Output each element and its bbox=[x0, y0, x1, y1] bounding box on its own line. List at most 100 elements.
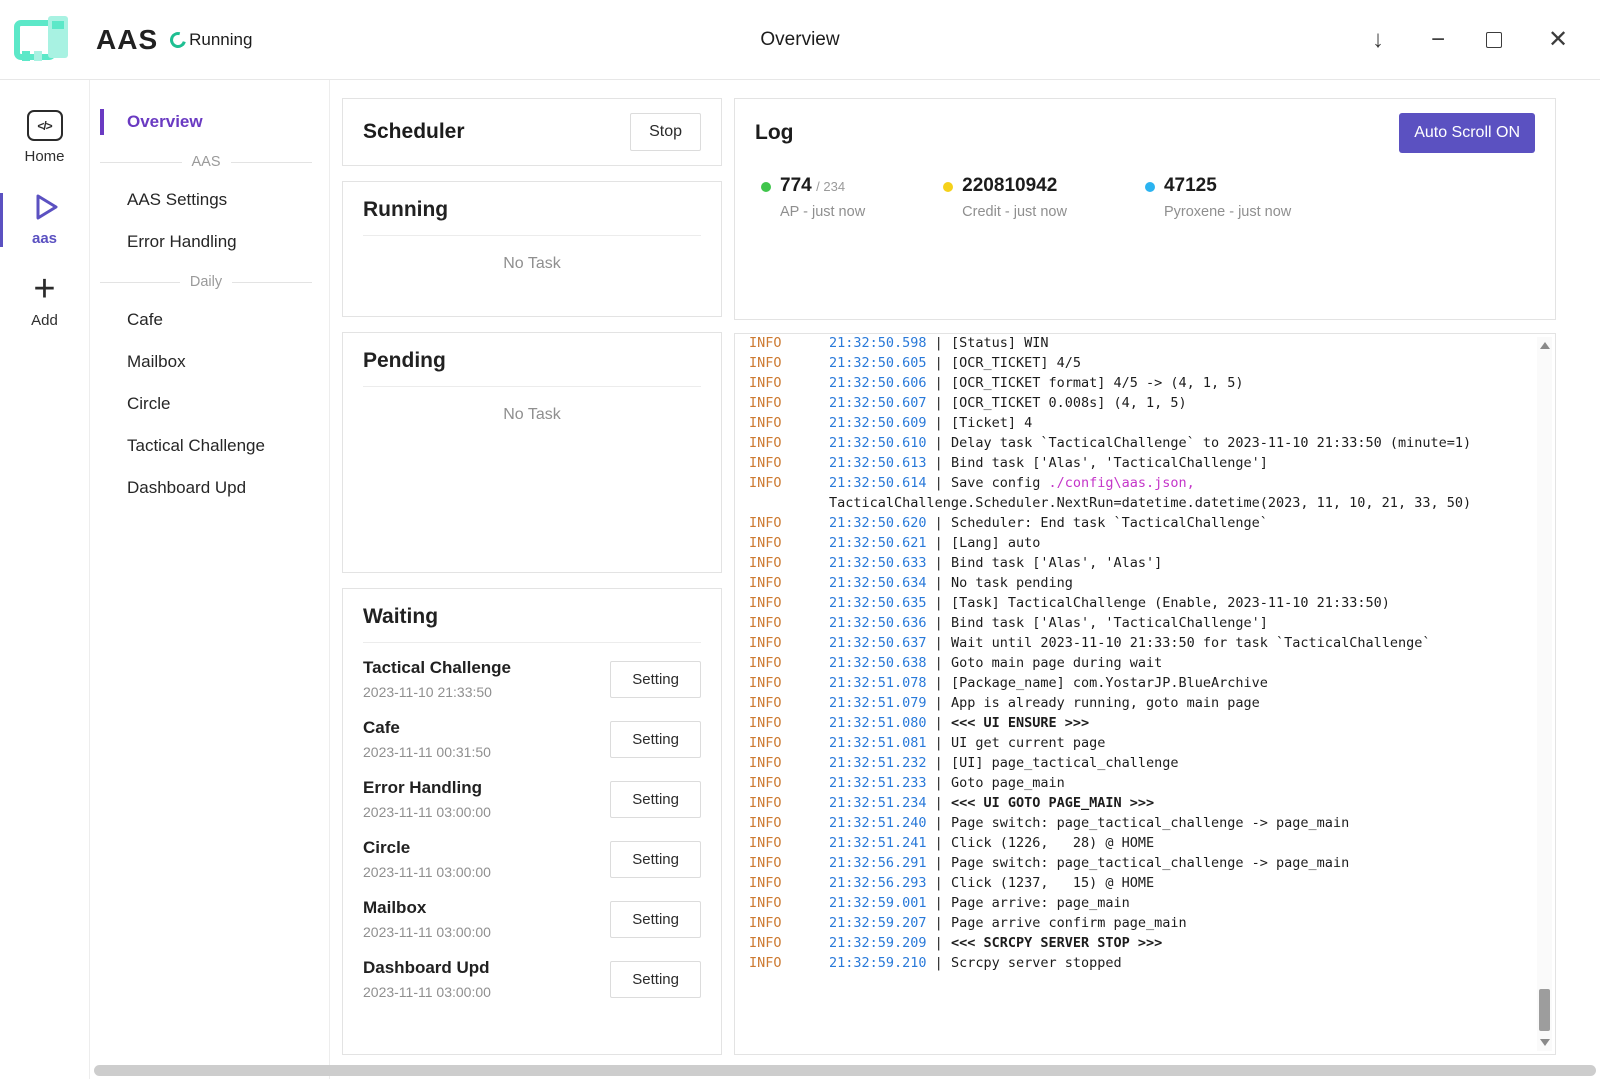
pending-empty-label: No Task bbox=[343, 387, 721, 443]
running-title: Running bbox=[363, 182, 701, 236]
log-line: INFO 21:32:51.081 | UI get current page bbox=[749, 733, 1521, 753]
stop-button[interactable]: Stop bbox=[630, 113, 701, 151]
code-window-icon: </> bbox=[27, 110, 63, 141]
pending-title: Pending bbox=[363, 333, 701, 387]
log-scrollbar[interactable] bbox=[1537, 337, 1552, 1051]
status-indicator: Running bbox=[170, 30, 252, 50]
log-line: INFO 21:32:51.078 | [Package_name] com.Y… bbox=[749, 673, 1521, 693]
scheduler-card: Scheduler Stop bbox=[342, 98, 722, 166]
log-line: INFO 21:32:56.293 | Click (1237, 15) @ H… bbox=[749, 873, 1521, 893]
waiting-task-row: Error Handling 2023-11-11 03:00:00 Setti… bbox=[363, 769, 701, 829]
scroll-up-icon[interactable] bbox=[1540, 342, 1550, 349]
log-line: INFO 21:32:51.240 | Page switch: page_ta… bbox=[749, 813, 1521, 833]
waiting-task-time: 2023-11-11 03:00:00 bbox=[363, 804, 610, 820]
log-line: INFO 21:32:59.001 | Page arrive: page_ma… bbox=[749, 893, 1521, 913]
log-header-card: Log Auto Scroll ON 774 / 234 AP - just n… bbox=[734, 98, 1556, 320]
rail-item-aas[interactable]: aas bbox=[0, 179, 89, 261]
waiting-task-row: Cafe 2023-11-11 00:31:50 Setting bbox=[363, 709, 701, 769]
close-icon[interactable]: ✕ bbox=[1546, 28, 1570, 52]
content-area: Scheduler Stop Running No Task Pending N… bbox=[330, 80, 1600, 1079]
titlebar: AAS Running Overview ↓ − ✕ bbox=[0, 0, 1600, 80]
log-output-card: INFO 21:32:50.598 | [Status] WIN INFO 21… bbox=[734, 333, 1556, 1055]
setting-button[interactable]: Setting bbox=[610, 961, 701, 998]
sidebar-section-divider: Daily bbox=[90, 264, 329, 300]
sidebar-item-circle[interactable]: Circle bbox=[90, 384, 329, 424]
setting-button[interactable]: Setting bbox=[610, 721, 701, 758]
rail-item-home[interactable]: </> Home bbox=[0, 98, 89, 179]
waiting-task-row: Tactical Challenge 2023-11-10 21:33:50 S… bbox=[363, 649, 701, 709]
waiting-title: Waiting bbox=[363, 589, 701, 643]
waiting-task-row: Mailbox 2023-11-11 03:00:00 Setting bbox=[363, 889, 701, 949]
stat-dot-icon bbox=[1145, 182, 1155, 192]
sidebar-item-tactical-challenge[interactable]: Tactical Challenge bbox=[90, 426, 329, 466]
log-line: INFO 21:32:50.609 | [Ticket] 4 bbox=[749, 413, 1521, 433]
waiting-task-name: Tactical Challenge bbox=[363, 658, 610, 678]
waiting-task-time: 2023-11-11 00:31:50 bbox=[363, 744, 610, 760]
sidebar-item-cafe[interactable]: Cafe bbox=[90, 300, 329, 340]
maximize-icon[interactable] bbox=[1486, 32, 1510, 48]
log-line: INFO 21:32:50.621 | [Lang] auto bbox=[749, 533, 1521, 553]
waiting-list: Tactical Challenge 2023-11-10 21:33:50 S… bbox=[343, 643, 721, 1015]
stat-dot-icon bbox=[761, 182, 771, 192]
sidebar-item-dashboard-upd[interactable]: Dashboard Upd bbox=[90, 468, 329, 508]
setting-button[interactable]: Setting bbox=[610, 781, 701, 818]
log-line: INFO 21:32:50.633 | Bind task ['Alas', '… bbox=[749, 553, 1521, 573]
setting-button[interactable]: Setting bbox=[610, 901, 701, 938]
rail-item-add[interactable]: + Add bbox=[0, 261, 89, 343]
horizontal-scrollbar-thumb[interactable] bbox=[94, 1065, 1596, 1076]
scheduler-column: Scheduler Stop Running No Task Pending N… bbox=[342, 98, 722, 1055]
running-spinner-icon bbox=[167, 29, 189, 51]
log-line: INFO 21:32:50.636 | Bind task ['Alas', '… bbox=[749, 613, 1521, 633]
sidebar-item-overview[interactable]: Overview bbox=[90, 102, 329, 142]
sidebar-item-aas-settings[interactable]: AAS Settings bbox=[90, 180, 329, 220]
setting-button[interactable]: Setting bbox=[610, 841, 701, 878]
stat-label: Pyroxene - just now bbox=[1164, 204, 1291, 220]
waiting-task-name: Dashboard Upd bbox=[363, 958, 610, 978]
stat-suffix: / 234 bbox=[816, 179, 845, 194]
log-line: INFO 21:32:50.605 | [OCR_TICKET] 4/5 bbox=[749, 353, 1521, 373]
scrollbar-thumb[interactable] bbox=[1539, 989, 1550, 1031]
log-line: INFO 21:32:51.234 | <<< UI GOTO PAGE_MAI… bbox=[749, 793, 1521, 813]
log-lines: INFO 21:32:50.598 | [Status] WIN INFO 21… bbox=[749, 333, 1521, 973]
log-line: INFO 21:32:51.079 | App is already runni… bbox=[749, 693, 1521, 713]
waiting-task-name: Error Handling bbox=[363, 778, 610, 798]
log-line: INFO 21:32:50.598 | [Status] WIN bbox=[749, 333, 1521, 353]
setting-button[interactable]: Setting bbox=[610, 661, 701, 698]
log-line: INFO 21:32:50.635 | [Task] TacticalChall… bbox=[749, 593, 1521, 613]
dashboard-stat: 774 / 234 AP - just now bbox=[761, 175, 865, 220]
sidebar-nav: OverviewAASAAS SettingsError HandlingDai… bbox=[90, 80, 330, 1079]
app-logo bbox=[12, 11, 74, 69]
log-line: INFO 21:32:59.207 | Page arrive confirm … bbox=[749, 913, 1521, 933]
play-icon bbox=[29, 191, 61, 223]
waiting-task-time: 2023-11-11 03:00:00 bbox=[363, 864, 610, 880]
log-line: INFO 21:32:50.638 | Goto main page durin… bbox=[749, 653, 1521, 673]
log-line: INFO 21:32:50.637 | Wait until 2023-11-1… bbox=[749, 633, 1521, 653]
download-icon[interactable]: ↓ bbox=[1366, 28, 1390, 52]
log-line: INFO 21:32:50.613 | Bind task ['Alas', '… bbox=[749, 453, 1521, 473]
auto-scroll-button[interactable]: Auto Scroll ON bbox=[1399, 113, 1535, 153]
log-line: INFO 21:32:50.610 | Delay task `Tactical… bbox=[749, 433, 1521, 453]
running-card: Running No Task bbox=[342, 181, 722, 317]
window-controls: ↓ − ✕ bbox=[1366, 28, 1570, 52]
log-line: INFO 21:32:50.607 | [OCR_TICKET 0.008s] … bbox=[749, 393, 1521, 413]
sidebar-item-mailbox[interactable]: Mailbox bbox=[90, 342, 329, 382]
sidebar-item-error-handling[interactable]: Error Handling bbox=[90, 222, 329, 262]
log-line: INFO 21:32:51.233 | Goto page_main bbox=[749, 773, 1521, 793]
waiting-task-row: Circle 2023-11-11 03:00:00 Setting bbox=[363, 829, 701, 889]
icon-rail: </> Home aas + Add bbox=[0, 80, 90, 1079]
stat-label: Credit - just now bbox=[962, 204, 1067, 220]
log-line: INFO 21:32:59.209 | <<< SCRCPY SERVER ST… bbox=[749, 933, 1521, 953]
waiting-task-row: Dashboard Upd 2023-11-11 03:00:00 Settin… bbox=[363, 949, 701, 1009]
waiting-task-time: 2023-11-10 21:33:50 bbox=[363, 684, 610, 700]
log-line: INFO 21:32:50.606 | [OCR_TICKET format] … bbox=[749, 373, 1521, 393]
waiting-task-name: Cafe bbox=[363, 718, 610, 738]
scroll-down-icon[interactable] bbox=[1540, 1039, 1550, 1046]
log-line: INFO 21:32:56.291 | Page switch: page_ta… bbox=[749, 853, 1521, 873]
log-line: INFO 21:32:50.614 | Save config ./config… bbox=[749, 473, 1521, 513]
waiting-task-name: Mailbox bbox=[363, 898, 610, 918]
plus-icon: + bbox=[33, 273, 55, 305]
running-empty-label: No Task bbox=[343, 236, 721, 292]
dashboard-stat: 220810942 Credit - just now bbox=[943, 175, 1067, 220]
minimize-icon[interactable]: − bbox=[1426, 28, 1450, 52]
waiting-card: Waiting Tactical Challenge 2023-11-10 21… bbox=[342, 588, 722, 1055]
